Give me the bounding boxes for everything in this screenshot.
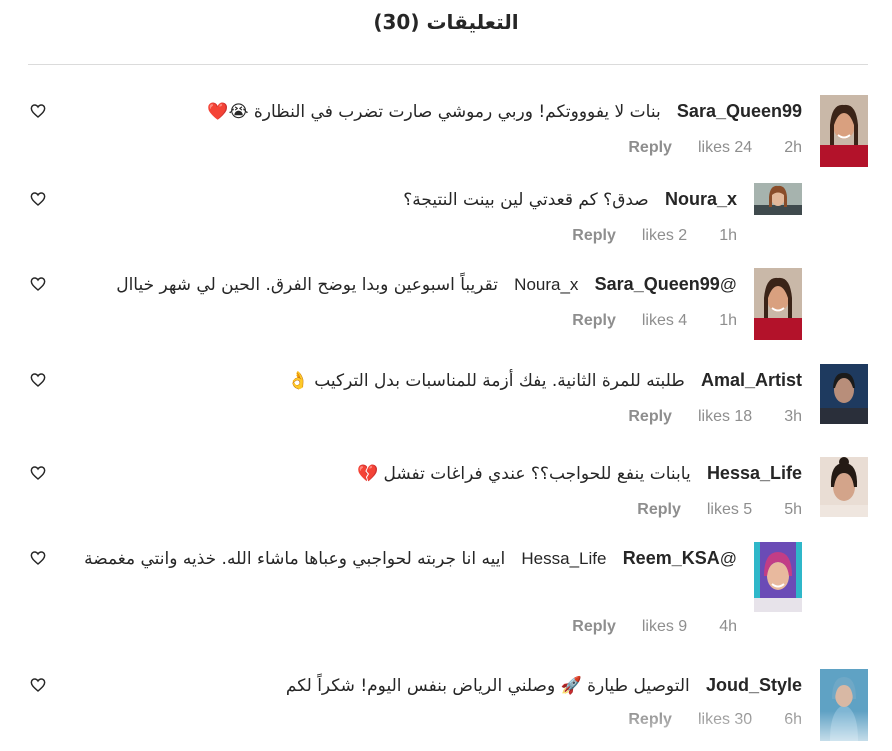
comment-text: يابنات ينفع للحواجب؟؟ عندي فراغات تفشل 💔: [356, 464, 691, 484]
comment-username[interactable]: Sara_Queen99: [595, 274, 720, 294]
comment-username[interactable]: Joud_Style: [706, 675, 802, 695]
comment-username[interactable]: Hessa_Life: [707, 463, 802, 483]
comment-time: 5h: [784, 501, 802, 518]
comment-text: التوصيل طيارة 🚀 وصلني الرياض بنفس اليوم!…: [285, 676, 690, 696]
reply-button[interactable]: Reply: [637, 501, 681, 518]
likes-count[interactable]: likes 24: [698, 139, 752, 156]
comment-body: Sara_Queen99 بنات لا يفوووتكم! وربي رموش…: [82, 99, 802, 124]
comment-text: صدق؟ كم قعدتي لين بينت النتيجة؟: [403, 190, 649, 210]
heart-outline-icon[interactable]: [30, 103, 46, 119]
likes-count[interactable]: likes 18: [698, 408, 752, 425]
comment-meta: Reply likes 18 3h: [628, 408, 802, 426]
likes-count[interactable]: likes 30: [698, 711, 752, 728]
comment-text: اييه انا جربته لحواجبي وعباها ماشاء الله…: [84, 549, 506, 569]
avatar[interactable]: [754, 542, 802, 612]
comment-time: 1h: [719, 312, 737, 329]
heart-outline-icon[interactable]: [30, 550, 46, 566]
header-divider: [28, 64, 868, 65]
comments-title: التعليقات (30): [373, 10, 519, 34]
comment-meta: Reply likes 9 4h: [572, 618, 737, 636]
comment-body: Noura_x صدق؟ كم قعدتي لين بينت النتيجة؟: [77, 187, 737, 212]
comment-body: @Hessa_Life Reem_KSA اييه انا جربته لحوا…: [77, 546, 737, 571]
comment-meta: Reply likes 24 2h: [628, 139, 802, 157]
comment-time: 3h: [784, 408, 802, 425]
comment-time: 6h: [784, 711, 802, 728]
likes-count[interactable]: likes 5: [707, 501, 752, 518]
comment-time: 1h: [719, 227, 737, 244]
heart-outline-icon[interactable]: [30, 677, 46, 693]
reply-button[interactable]: Reply: [572, 618, 616, 635]
avatar[interactable]: [820, 95, 868, 167]
comment-time: 2h: [784, 139, 802, 156]
likes-count[interactable]: likes 9: [642, 618, 687, 635]
comment-meta: Reply likes 30 6h: [628, 711, 802, 729]
avatar[interactable]: [820, 669, 868, 741]
reply-button[interactable]: Reply: [628, 139, 672, 156]
comment-meta: Reply likes 4 1h: [572, 312, 737, 330]
likes-count[interactable]: likes 2: [642, 227, 687, 244]
reply-button[interactable]: Reply: [572, 312, 616, 329]
comment-body: @Noura_x Sara_Queen99 تقريباً اسبوعين وب…: [17, 272, 737, 297]
heart-outline-icon[interactable]: [30, 465, 46, 481]
comment-username[interactable]: Noura_x: [665, 189, 737, 209]
comment-text: تقريباً اسبوعين وبدا يوضح الفرق. الحين ل…: [116, 275, 498, 295]
avatar[interactable]: [754, 183, 802, 215]
avatar[interactable]: [754, 268, 802, 340]
comment-body: Joud_Style التوصيل طيارة 🚀 وصلني الرياض …: [82, 673, 802, 698]
avatar[interactable]: [820, 364, 868, 424]
heart-outline-icon[interactable]: [30, 191, 46, 207]
comment-time: 4h: [719, 618, 737, 635]
reply-button[interactable]: Reply: [572, 227, 616, 244]
comment-meta: Reply likes 5 5h: [637, 501, 802, 519]
comment-body: Hessa_Life يابنات ينفع للحواجب؟؟ عندي فر…: [82, 461, 802, 486]
comment-meta: Reply likes 2 1h: [572, 227, 737, 245]
avatar[interactable]: [820, 457, 868, 517]
comment-username[interactable]: Sara_Queen99: [677, 101, 802, 121]
reply-button[interactable]: Reply: [628, 408, 672, 425]
heart-outline-icon[interactable]: [30, 372, 46, 388]
comment-text: بنات لا يفوووتكم! وربي رموشي صارت تضرب ف…: [207, 102, 661, 122]
comment-text: طلبته للمرة الثانية. يفك أزمة للمناسبات …: [287, 371, 685, 391]
comment-username[interactable]: Reem_KSA: [623, 548, 720, 568]
likes-count[interactable]: likes 4: [642, 312, 687, 329]
comment-username[interactable]: Amal_Artist: [701, 370, 802, 390]
comment-body: Amal_Artist طلبته للمرة الثانية. يفك أزم…: [82, 368, 802, 393]
heart-outline-icon[interactable]: [30, 276, 46, 292]
reply-button[interactable]: Reply: [628, 711, 672, 728]
